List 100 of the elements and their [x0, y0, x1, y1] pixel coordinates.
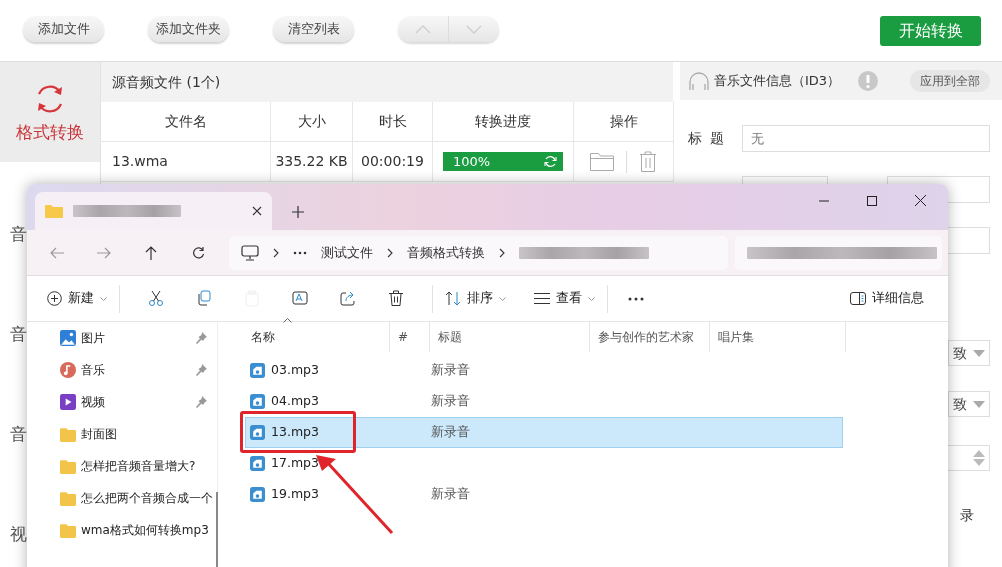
chevron-right-icon: [498, 247, 505, 258]
new-tab-icon[interactable]: [292, 206, 304, 218]
nav-item[interactable]: 视频: [27, 386, 217, 418]
new-button[interactable]: 新建: [47, 289, 107, 308]
caret-icon: [499, 296, 506, 301]
refresh-icon[interactable]: [191, 246, 205, 259]
progress-reading: 100%: [453, 152, 491, 171]
videos-icon: [60, 394, 76, 410]
forward-arrow-icon[interactable]: [96, 246, 111, 259]
chevron-right-icon: [386, 247, 393, 258]
pin-icon: [196, 332, 207, 344]
sort-caret-icon: [283, 318, 292, 323]
file-row[interactable]: 17.mp3: [245, 448, 843, 479]
scrollbar[interactable]: [216, 492, 218, 567]
column-header[interactable]: 标题: [438, 328, 462, 346]
column-header[interactable]: #: [398, 328, 409, 346]
share-icon[interactable]: [340, 290, 356, 307]
apply-all-button[interactable]: 应用到全部: [910, 70, 990, 92]
headphones-icon: [688, 71, 710, 91]
pin-icon: [196, 364, 207, 376]
address-bar[interactable]: 测试文件 音频格式转换: [228, 235, 729, 270]
start-convert-button[interactable]: 开始转换: [880, 16, 981, 46]
column-header: 转换进度: [433, 102, 574, 142]
file-row[interactable]: 19.mp3 新录音: [245, 479, 843, 510]
monitor-icon: [240, 244, 259, 261]
column-header: 大小: [271, 102, 353, 142]
nav-item[interactable]: 封面图: [27, 418, 217, 450]
column-header: 操作: [574, 102, 674, 142]
folder-icon: [60, 490, 76, 506]
nav-item[interactable]: 音乐: [27, 354, 217, 386]
caret-icon: [100, 296, 107, 301]
table-cell: 335.22 KB: [271, 142, 353, 182]
view-button[interactable]: 查看: [534, 289, 595, 308]
folder-icon: [60, 458, 76, 474]
audio-file-icon: [250, 456, 265, 471]
column-header[interactable]: 名称: [251, 328, 275, 346]
search-field[interactable]: [735, 235, 942, 270]
folder-icon: [45, 204, 63, 218]
rename-icon[interactable]: [292, 290, 308, 307]
title-field[interactable]: 无: [742, 125, 990, 152]
copy-icon[interactable]: [196, 290, 212, 307]
dropdown-triangle-icon: [973, 400, 985, 408]
folder-icon: [60, 522, 76, 538]
sort-button[interactable]: 排序: [445, 289, 506, 308]
more-icon[interactable]: [628, 296, 644, 301]
audio-file-icon: [250, 394, 265, 409]
nav-item[interactable]: 怎么把两个音频合成一个: [27, 482, 217, 514]
spinner-arrows-icon[interactable]: [973, 450, 985, 466]
list-lines-icon: [534, 293, 550, 304]
details-button[interactable]: 详细信息: [850, 289, 924, 308]
audio-file-icon: [250, 425, 265, 440]
folder-icon[interactable]: [590, 152, 614, 171]
field-label: 标 题: [688, 129, 728, 148]
close-icon[interactable]: [252, 206, 262, 216]
table-cell: 00:00:19: [353, 142, 433, 182]
dropdown[interactable]: 致: [948, 340, 990, 366]
toolbar-button[interactable]: 添加文件夹: [148, 16, 229, 42]
toolbar-button[interactable]: 添加文件: [23, 16, 104, 42]
more-icon[interactable]: [292, 250, 307, 255]
dropdown-triangle-icon: [973, 349, 985, 357]
maximize-icon[interactable]: [867, 195, 877, 206]
details-pane-icon: [850, 292, 866, 305]
pictures-icon: [60, 330, 76, 346]
file-row[interactable]: 03.mp3 新录音: [245, 355, 843, 386]
info-icon[interactable]: [858, 71, 879, 91]
section-title: 源音频文件 (1个): [112, 72, 221, 92]
sidebar-item[interactable]: 格式转换: [0, 62, 100, 162]
column-header[interactable]: 参与创作的艺术家: [598, 328, 694, 346]
column-header[interactable]: 唱片集: [718, 328, 754, 346]
table-cell: 13.wma: [101, 142, 271, 182]
panel-title: 音乐文件信息（ID3）: [714, 72, 841, 91]
file-row[interactable]: 04.mp3 新录音: [245, 386, 843, 417]
nav-item[interactable]: 怎样把音频音量增大?: [27, 450, 217, 482]
folder-icon: [60, 426, 76, 442]
cut-icon[interactable]: [148, 290, 164, 307]
music-icon: [60, 362, 76, 378]
column-header: 时长: [353, 102, 433, 142]
sidebar-item[interactable]: 音: [10, 422, 27, 448]
sidebar-item[interactable]: 视: [10, 522, 27, 548]
audio-file-icon: [250, 363, 265, 378]
breadcrumb-item[interactable]: 测试文件: [320, 242, 373, 263]
up-arrow-icon[interactable]: [145, 245, 158, 260]
pin-icon: [196, 396, 207, 408]
breadcrumb-item[interactable]: 音频格式转换: [406, 242, 485, 263]
back-arrow-icon[interactable]: [49, 246, 64, 259]
trash-icon[interactable]: [388, 290, 404, 307]
dropdown[interactable]: 致: [948, 391, 990, 417]
close-icon[interactable]: [915, 195, 926, 206]
nav-item[interactable]: 图片: [27, 322, 217, 354]
toolbar-button[interactable]: 清空列表: [273, 16, 354, 42]
plus-circle-icon: [47, 291, 62, 306]
sort-icon: [445, 291, 461, 306]
nav-item[interactable]: wma格式如何转换mp3: [27, 514, 217, 546]
caret-icon: [588, 296, 595, 301]
chevron-right-icon: [272, 247, 279, 258]
sidebar-item[interactable]: 音: [10, 322, 27, 348]
sidebar-item[interactable]: 音: [10, 222, 27, 248]
file-row[interactable]: 13.mp3 新录音: [245, 417, 843, 448]
column-header: 文件名: [101, 102, 271, 142]
audio-file-icon: [250, 487, 265, 502]
